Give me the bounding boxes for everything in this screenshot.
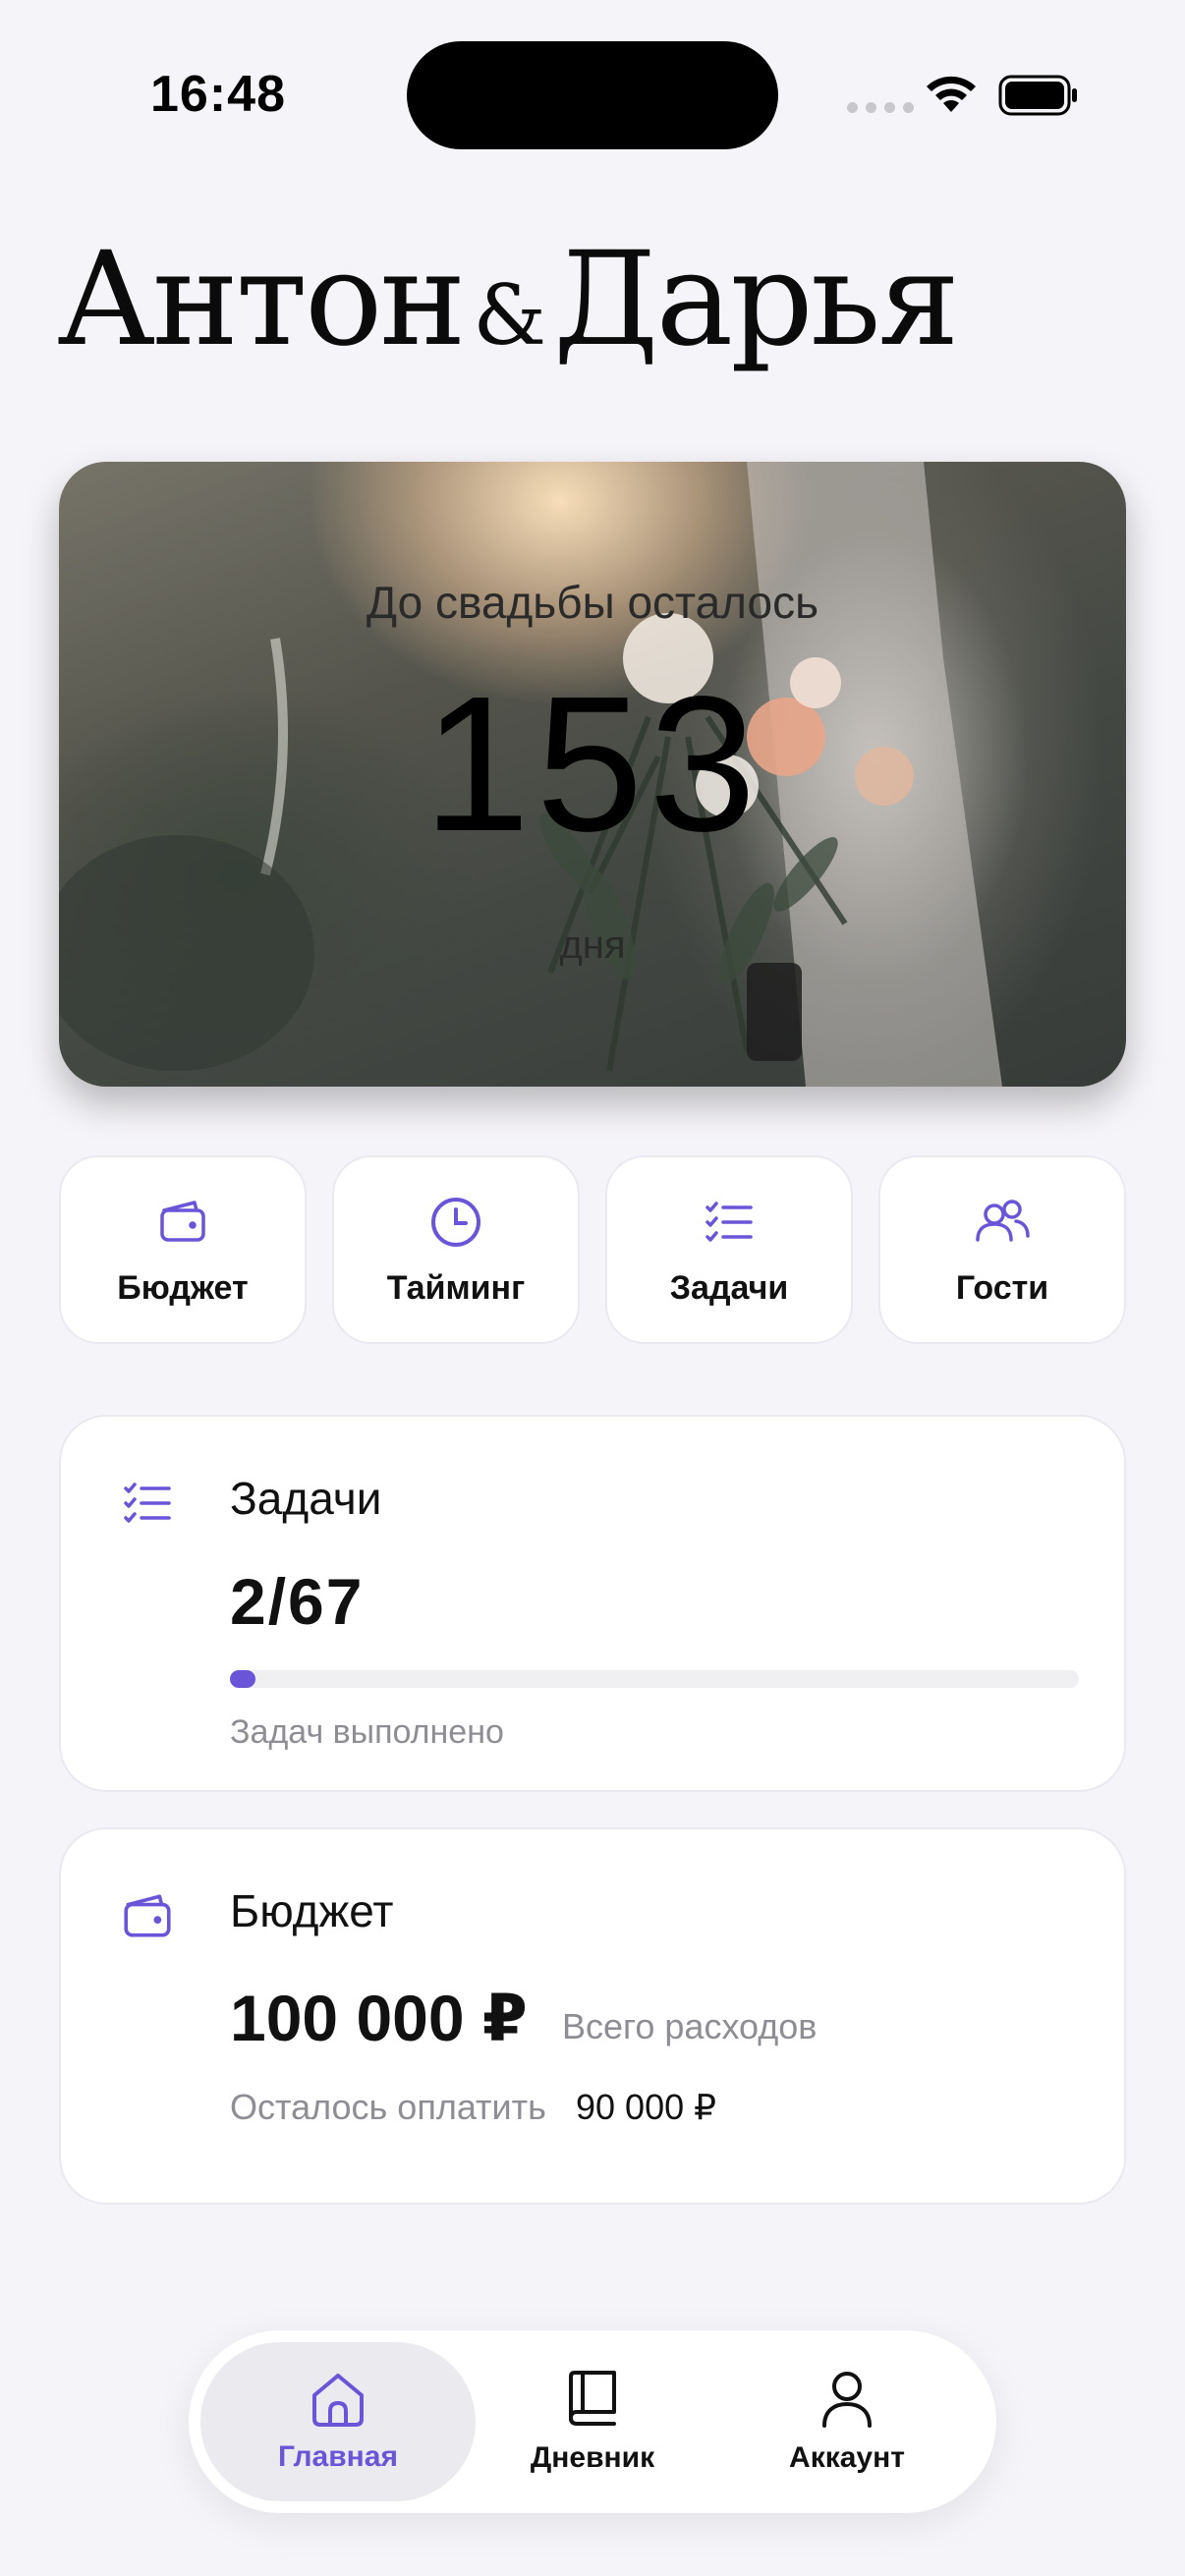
budget-total-label: Всего расходов [562,2006,818,2046]
tab-home-label: Главная [277,2440,398,2473]
tab-account-label: Аккаунт [789,2441,905,2474]
book-icon [569,2371,616,2426]
countdown-unit: дня [559,924,626,967]
tab-diary-label: Дневник [530,2441,655,2474]
countdown-days: 153 [423,656,762,871]
checklist-icon [124,1483,171,1523]
cellular-signal-icon [847,102,914,113]
tab-home[interactable]: Главная [200,2342,476,2501]
person-icon [822,2372,872,2428]
budget-card[interactable]: Бюджет 100 000 ₽ Всего расходов Осталось… [59,1827,1126,2205]
budget-card-title: Бюджет [230,1885,394,1936]
quick-guests-label: Гости [955,1269,1049,1307]
wifi-icon [927,76,976,112]
battery-icon [998,75,1077,116]
quick-tasks-label: Задачи [669,1269,789,1307]
people-icon [976,1200,1030,1242]
wallet-icon [160,1201,205,1242]
countdown-caption: До свадьбы осталось [366,577,819,628]
title-name-1: Антон [57,224,466,375]
page-title: Антон &Дарья [57,224,960,375]
wallet-icon [124,1894,171,1937]
tasks-card[interactable]: Задачи 2/67 Задач выполнено [59,1415,1126,1792]
budget-total: 100 000 ₽ [230,1982,528,2054]
status-bar: 16:48 [0,0,1185,187]
quick-actions: Бюджет Тайминг Задачи Гости [59,1155,1126,1344]
bottom-tab-bar: Главная Дневник Аккаунт [189,2330,996,2513]
quick-budget-label: Бюджет [117,1269,249,1307]
budget-remaining-value: 90 000 ₽ [576,2087,717,2127]
clock-icon [431,1198,480,1247]
quick-budget-button[interactable]: Бюджет [59,1155,307,1344]
tasks-card-title: Задачи [230,1473,382,1524]
quick-timing-label: Тайминг [386,1269,526,1307]
tasks-progress-fill [230,1670,255,1688]
quick-guests-button[interactable]: Гости [878,1155,1126,1344]
dynamic-island [407,41,778,149]
title-name-2: Дарья [553,224,960,375]
home-icon [312,2374,364,2427]
checklist-icon [705,1202,753,1242]
status-time: 16:48 [150,66,286,123]
budget-remaining-label: Осталось оплатить [230,2087,546,2127]
title-ampersand: & [473,267,546,364]
tasks-caption: Задач выполнено [230,1713,504,1751]
tasks-count: 2/67 [230,1565,365,1638]
quick-tasks-button[interactable]: Задачи [605,1155,853,1344]
tab-account[interactable]: Аккаунт [749,2342,945,2501]
countdown-hero-card[interactable]: До свадьбы осталось 153 дня [59,462,1126,1087]
tab-diary[interactable]: Дневник [499,2342,686,2501]
tasks-progress-bar [230,1670,1079,1688]
quick-timing-button[interactable]: Тайминг [332,1155,580,1344]
